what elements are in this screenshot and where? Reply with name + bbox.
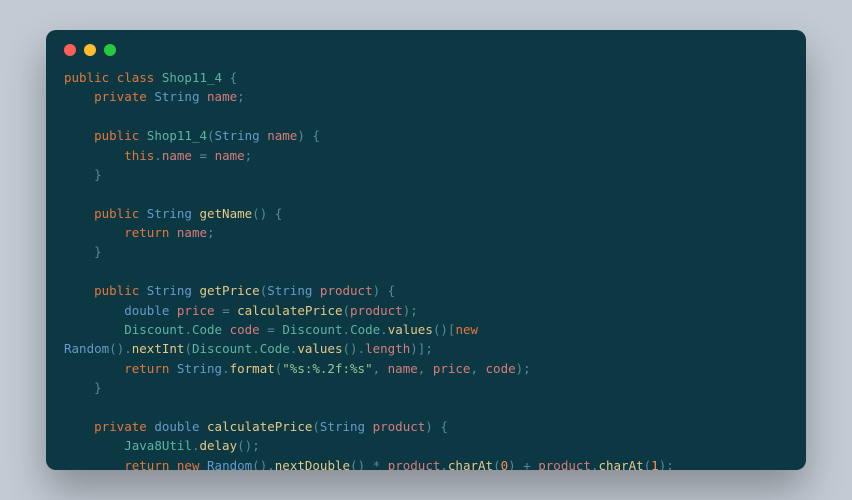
- code-line: private String name;: [64, 87, 788, 106]
- titlebar: [64, 44, 788, 56]
- code-line: }: [64, 242, 788, 261]
- code-line: return String.format("%s:%.2f:%s", name,…: [64, 359, 788, 378]
- code-line: private double calculatePrice(String pro…: [64, 417, 788, 436]
- code-line: [64, 184, 788, 203]
- code-line: [64, 397, 788, 416]
- code-block: public class Shop11_4 { private String n…: [64, 68, 788, 470]
- code-line: double price = calculatePrice(product);: [64, 301, 788, 320]
- code-line: Java8Util.delay();: [64, 436, 788, 455]
- code-line: Discount.Code code = Discount.Code.value…: [64, 320, 788, 339]
- code-line: }: [64, 165, 788, 184]
- code-line: public String getName() {: [64, 204, 788, 223]
- code-window: public class Shop11_4 { private String n…: [46, 30, 806, 470]
- code-line: public String getPrice(String product) {: [64, 281, 788, 300]
- close-icon[interactable]: [64, 44, 76, 56]
- zoom-icon[interactable]: [104, 44, 116, 56]
- code-line: public Shop11_4(String name) {: [64, 126, 788, 145]
- code-line: Random().nextInt(Discount.Code.values().…: [64, 339, 788, 358]
- code-line: return new Random().nextDouble() * produ…: [64, 456, 788, 471]
- code-line: }: [64, 378, 788, 397]
- code-line: [64, 107, 788, 126]
- code-line: [64, 262, 788, 281]
- code-line: this.name = name;: [64, 146, 788, 165]
- code-line: public class Shop11_4 {: [64, 68, 788, 87]
- minimize-icon[interactable]: [84, 44, 96, 56]
- code-line: return name;: [64, 223, 788, 242]
